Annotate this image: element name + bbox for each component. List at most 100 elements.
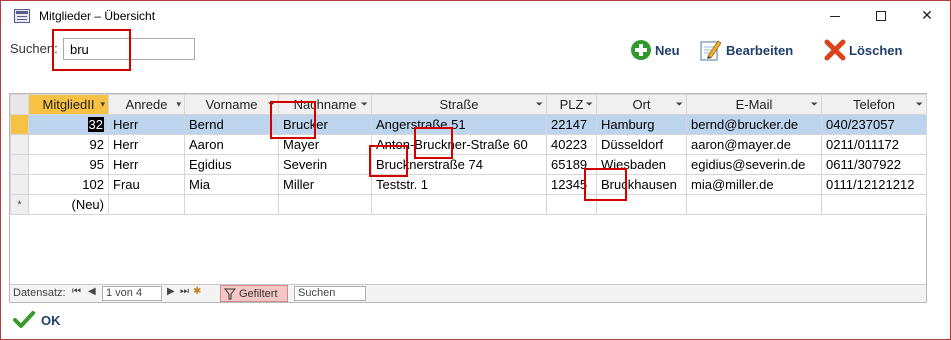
new-button[interactable]: Neu bbox=[630, 38, 680, 62]
cell-id[interactable]: 92 bbox=[28, 134, 109, 155]
empty-cell[interactable] bbox=[278, 194, 372, 215]
cell-nachname[interactable]: Severin bbox=[278, 154, 372, 175]
cell-vorname[interactable]: Egidius bbox=[184, 154, 279, 175]
empty-cell[interactable] bbox=[371, 194, 547, 215]
cell-ort[interactable]: Bruckhausen bbox=[596, 174, 687, 195]
cell-id[interactable]: 32 bbox=[28, 114, 109, 135]
filter-toggle-button[interactable]: Gefiltert bbox=[220, 285, 288, 302]
column-header-anrede[interactable]: Anrede ▾ bbox=[108, 94, 185, 115]
cell-vorname[interactable]: Mia bbox=[184, 174, 279, 195]
column-header-plz[interactable]: PLZ ⏷ bbox=[546, 94, 597, 115]
sort-arrow-icon[interactable]: ▾ bbox=[100, 99, 105, 110]
delete-button-label: Löschen bbox=[849, 42, 903, 58]
cell-strasse[interactable]: Angerstraße 51 bbox=[371, 114, 547, 135]
row-selector[interactable] bbox=[10, 154, 29, 175]
cell-plz[interactable]: 22147 bbox=[546, 114, 597, 135]
cell-strasse[interactable]: Anton-Bruckner-Straße 60 bbox=[371, 134, 547, 155]
column-header-ort[interactable]: Ort ⏷ bbox=[596, 94, 687, 115]
cell-vorname[interactable]: Aaron bbox=[184, 134, 279, 155]
cell-ort[interactable]: Wiesbaden bbox=[596, 154, 687, 175]
column-header-nachname[interactable]: Nachname ⏷ bbox=[278, 94, 372, 115]
record-search-input[interactable]: Suchen bbox=[294, 286, 366, 301]
cell-email[interactable]: bernd@brucker.de bbox=[686, 114, 822, 135]
new-button-label: Neu bbox=[655, 42, 680, 58]
checkmark-icon bbox=[13, 311, 35, 328]
column-header-email[interactable]: E-Mail ⏷ bbox=[686, 94, 822, 115]
minimize-button[interactable] bbox=[812, 1, 858, 33]
maximize-button[interactable] bbox=[858, 1, 904, 33]
sort-arrow-icon[interactable]: ▾ bbox=[176, 99, 181, 110]
column-header-telefon[interactable]: Telefon ⏷ bbox=[821, 94, 927, 115]
cell-telefon[interactable]: 0611/307922 bbox=[821, 154, 927, 175]
empty-cell[interactable] bbox=[596, 194, 687, 215]
cell-nachname[interactable]: Miller bbox=[278, 174, 372, 195]
cell-nachname[interactable]: Brucker bbox=[278, 114, 372, 135]
cell-email[interactable]: mia@miller.de bbox=[686, 174, 822, 195]
filter-funnel-icon[interactable]: ⏷ bbox=[361, 99, 368, 110]
close-icon: ✕ bbox=[921, 8, 933, 24]
cell-nachname[interactable]: Mayer bbox=[278, 134, 372, 155]
previous-record-icon[interactable]: ◀ bbox=[88, 286, 96, 297]
column-header-id[interactable]: MitgliedII ▾ bbox=[28, 94, 109, 115]
cell-anrede[interactable]: Herr bbox=[108, 134, 185, 155]
filter-funnel-icon[interactable]: ⏷ bbox=[586, 99, 593, 110]
filter-funnel-icon[interactable]: ⏷ bbox=[676, 99, 683, 110]
cell-anrede[interactable]: Herr bbox=[108, 114, 185, 135]
close-button[interactable]: ✕ bbox=[904, 1, 950, 33]
table-row[interactable]: 95 Herr Egidius Severin Brucknerstraße 7… bbox=[10, 154, 927, 175]
delete-button[interactable]: Löschen bbox=[824, 38, 902, 62]
cell-vorname[interactable]: Bernd bbox=[184, 114, 279, 135]
cell-id[interactable]: 95 bbox=[28, 154, 109, 175]
row-selector[interactable] bbox=[10, 174, 29, 195]
title-bar[interactable]: Mitglieder – Übersicht ✕ bbox=[1, 1, 950, 33]
cell-telefon[interactable]: 0211/011172 bbox=[821, 134, 927, 155]
window-title: Mitglieder – Übersicht bbox=[39, 9, 156, 23]
cell-telefon[interactable]: 0111/12121212 bbox=[821, 174, 927, 195]
cell-strasse[interactable]: Brucknerstraße 74 bbox=[371, 154, 547, 175]
table-row[interactable]: 102 Frau Mia Miller Teststr. 1 12345 Bru… bbox=[10, 174, 927, 195]
column-header-strasse[interactable]: Straße ⏷ bbox=[371, 94, 547, 115]
new-record-marker: * bbox=[10, 194, 29, 215]
filter-funnel-icon[interactable]: ⏷ bbox=[811, 99, 818, 110]
cell-email[interactable]: egidius@severin.de bbox=[686, 154, 822, 175]
filter-funnel-icon[interactable]: ⏷ bbox=[536, 99, 543, 110]
empty-cell[interactable] bbox=[821, 194, 927, 215]
record-position-input[interactable]: 1 von 4 bbox=[102, 286, 162, 301]
cell-ort[interactable]: Düsseldorf bbox=[596, 134, 687, 155]
cell-plz[interactable]: 40223 bbox=[546, 134, 597, 155]
new-record-icon[interactable]: ✱ bbox=[193, 286, 201, 297]
cell-plz[interactable]: 65189 bbox=[546, 154, 597, 175]
empty-cell[interactable] bbox=[686, 194, 822, 215]
last-record-icon[interactable]: ⏭ bbox=[180, 286, 189, 297]
cell-ort[interactable]: Hamburg bbox=[596, 114, 687, 135]
form-icon bbox=[14, 9, 30, 23]
empty-cell[interactable] bbox=[108, 194, 185, 215]
next-record-icon[interactable]: ▶ bbox=[167, 286, 175, 297]
column-header-vorname[interactable]: Vorname ⏷ bbox=[184, 94, 279, 115]
empty-cell[interactable] bbox=[184, 194, 279, 215]
cell-plz[interactable]: 12345 bbox=[546, 174, 597, 195]
filter-funnel-icon[interactable]: ⏷ bbox=[916, 99, 923, 110]
cell-id[interactable]: 102 bbox=[28, 174, 109, 195]
cell-telefon[interactable]: 040/237057 bbox=[821, 114, 927, 135]
cell-strasse[interactable]: Teststr. 1 bbox=[371, 174, 547, 195]
table-row[interactable]: 92 Herr Aaron Mayer Anton-Bruckner-Straß… bbox=[10, 134, 927, 155]
row-selector[interactable] bbox=[10, 134, 29, 155]
search-input[interactable] bbox=[63, 38, 195, 60]
select-all-corner[interactable] bbox=[10, 94, 29, 115]
row-selector[interactable] bbox=[10, 114, 29, 135]
first-record-icon[interactable]: ⏮ bbox=[72, 286, 81, 297]
table-row[interactable]: 32 Herr Bernd Brucker Angerstraße 51 221… bbox=[10, 114, 927, 135]
edit-note-icon bbox=[700, 40, 722, 61]
new-record-label[interactable]: (Neu) bbox=[28, 194, 109, 215]
ok-button[interactable]: OK bbox=[13, 311, 61, 329]
edit-button[interactable]: Bearbeiten bbox=[699, 38, 793, 62]
empty-cell[interactable] bbox=[546, 194, 597, 215]
new-record-row[interactable]: * (Neu) bbox=[10, 194, 927, 215]
header-row: MitgliedII ▾ Anrede ▾ Vorname ⏷ Nachname ⏷ S… bbox=[10, 94, 927, 115]
edit-button-label: Bearbeiten bbox=[726, 42, 794, 58]
cell-anrede[interactable]: Herr bbox=[108, 154, 185, 175]
cell-email[interactable]: aaron@mayer.de bbox=[686, 134, 822, 155]
cell-anrede[interactable]: Frau bbox=[108, 174, 185, 195]
filter-funnel-icon[interactable]: ⏷ bbox=[268, 99, 275, 110]
